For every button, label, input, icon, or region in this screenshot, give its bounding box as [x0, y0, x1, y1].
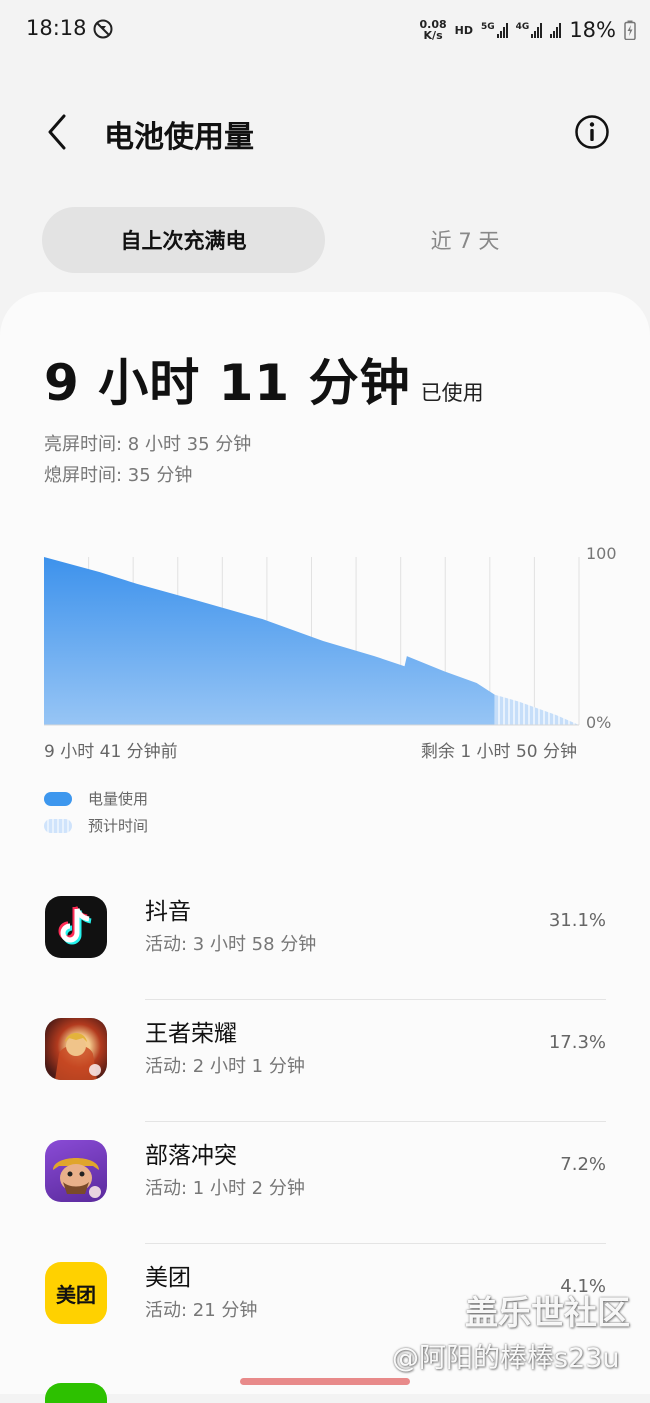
- series-projected-time: [494, 694, 579, 725]
- home-indicator[interactable]: [240, 1378, 410, 1385]
- series-battery-usage: [44, 557, 495, 725]
- signal-4g-icon: 4G: [516, 22, 543, 38]
- wechat-icon-partial: [45, 1383, 107, 1403]
- signal-bars-icon: [550, 22, 562, 38]
- do-not-disturb-icon: [93, 19, 113, 39]
- legend-swatch-solid: [44, 791, 72, 806]
- y-axis-min-label: 0%: [586, 713, 612, 732]
- hd-indicator: HD: [454, 23, 473, 37]
- info-icon[interactable]: [574, 114, 610, 150]
- meituan-icon: 美团: [45, 1262, 107, 1324]
- x-axis-start-label: 9 小时 41 分钟前: [44, 742, 178, 762]
- battery-chart: [44, 557, 580, 726]
- app-name: 王者荣耀: [145, 1021, 237, 1047]
- status-icons: 0.08 K/s HD 5G 4G 18%: [420, 14, 636, 46]
- screen-off-time: 熄屏时间: 35 分钟: [44, 465, 193, 486]
- x-axis-end-label: 剩余 1 小时 50 分钟: [420, 742, 577, 762]
- y-axis-max-label: 100: [586, 544, 617, 563]
- app-activity: 活动: 2 小时 1 分钟: [145, 1056, 305, 1077]
- legend-swatch-dashed: [44, 818, 72, 833]
- screen-on-time: 亮屏时间: 8 小时 35 分钟: [44, 434, 252, 455]
- watermark-author: @阿阳的棒棒s23u: [392, 1343, 620, 1374]
- list-item-clash-of-clans[interactable]: 部落冲突 活动: 1 小时 2 分钟 7.2%: [0, 1122, 650, 1244]
- net-speed: 0.08 K/s: [419, 18, 447, 42]
- app-activity: 活动: 3 小时 58 分钟: [145, 934, 317, 955]
- legend-battery-usage: 电量使用: [44, 788, 148, 809]
- tab-last-7-days[interactable]: 近 7 天: [342, 207, 588, 273]
- app-activity: 活动: 1 小时 2 分钟: [145, 1178, 305, 1199]
- app-activity: 活动: 21 分钟: [145, 1300, 258, 1321]
- watermark-community: 盖乐世社区: [465, 1293, 630, 1332]
- tab-since-full-charge[interactable]: 自上次充满电: [42, 207, 325, 273]
- battery-charging-icon: [624, 20, 636, 40]
- usage-suffix: 已使用: [420, 381, 484, 405]
- app-percent: 17.3%: [548, 1032, 606, 1053]
- app-name: 美团: [145, 1265, 191, 1291]
- meituan-icon-text: 美团: [56, 1282, 96, 1307]
- honor-of-kings-icon: [45, 1018, 107, 1080]
- legend-projected-time: 预计时间: [44, 815, 148, 836]
- period-tabs: 自上次充满电 近 7 天: [42, 207, 608, 273]
- chevron-left-icon[interactable]: [42, 112, 72, 152]
- signal-5g-icon: 5G: [481, 22, 508, 38]
- list-item-honor-of-kings[interactable]: 王者荣耀 活动: 2 小时 1 分钟 17.3%: [0, 1000, 650, 1122]
- status-bar: 18:18 0.08 K/s HD 5G 4G 18%: [0, 0, 650, 60]
- app-header: 电池使用量: [0, 100, 650, 170]
- page-title: 电池使用量: [104, 120, 254, 155]
- clash-of-clans-icon: [45, 1140, 107, 1202]
- list-item-douyin[interactable]: 抖音 活动: 3 小时 58 分钟 31.1%: [0, 878, 650, 1000]
- app-name: 抖音: [145, 899, 191, 925]
- douyin-icon: [45, 896, 107, 958]
- status-time: 18:18: [26, 16, 87, 40]
- battery-percent: 18%: [569, 18, 616, 42]
- usage-time: 9 小时 11 分钟: [44, 354, 411, 412]
- app-name: 部落冲突: [145, 1143, 237, 1169]
- app-percent: 7.2%: [560, 1154, 606, 1175]
- app-percent: 31.1%: [548, 910, 606, 931]
- usage-summary: 9 小时 11 分钟 已使用: [44, 343, 484, 415]
